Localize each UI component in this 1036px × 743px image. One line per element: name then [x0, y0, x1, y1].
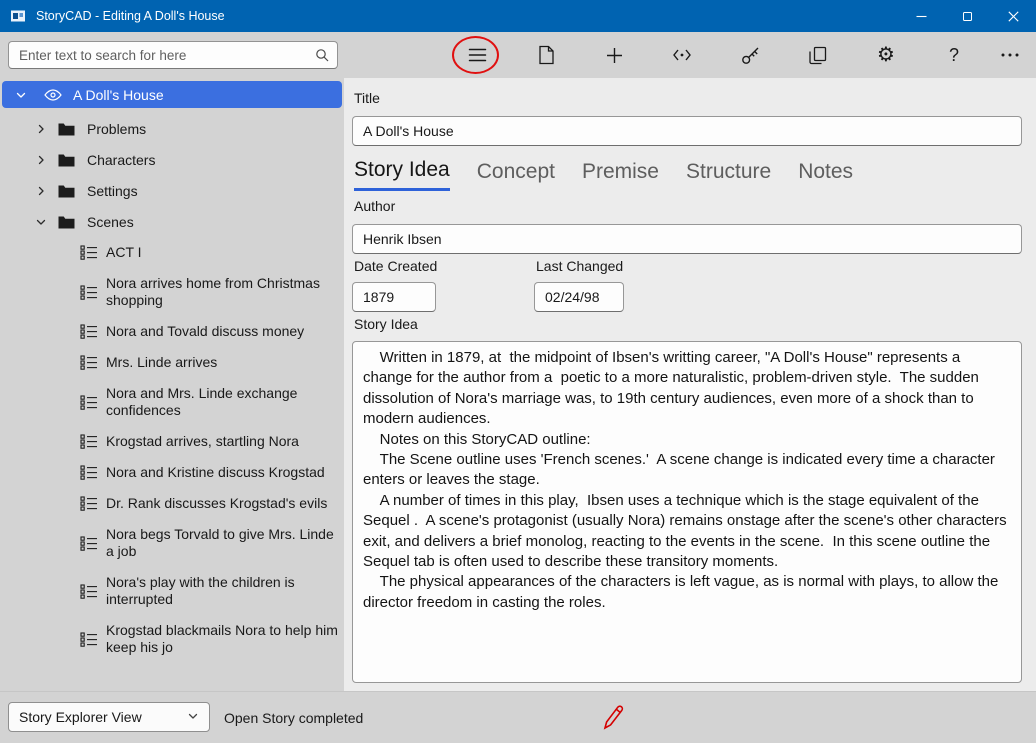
tree-item-label: Settings: [87, 183, 138, 199]
eye-icon: [44, 89, 62, 101]
folder-icon: [58, 153, 75, 167]
tree-item-scene[interactable]: Nora and Tovald discuss money: [0, 316, 344, 347]
status-message: Open Story completed: [224, 710, 363, 726]
close-icon: [1008, 11, 1019, 22]
view-selector[interactable]: Story Explorer View: [8, 702, 210, 732]
scene-list-icon: [80, 536, 98, 551]
tree-item-label: Problems: [87, 121, 146, 137]
scene-list-icon: [80, 496, 98, 511]
scene-list-icon: [80, 355, 98, 370]
help-icon[interactable]: ?: [941, 42, 967, 68]
scene-list-icon: [80, 285, 98, 300]
tree-item-label: Characters: [87, 152, 155, 168]
tree-item-label: ACT I: [106, 244, 142, 261]
scene-list-icon: [80, 465, 98, 480]
tab-story-idea[interactable]: Story Idea: [354, 158, 450, 191]
tab-notes[interactable]: Notes: [798, 158, 853, 191]
chevron-right-icon[interactable]: [34, 185, 48, 197]
tree-item-scene[interactable]: Nora begs Torvald to give Mrs. Linde a j…: [0, 519, 344, 567]
chevron-right-icon[interactable]: [34, 154, 48, 166]
story-idea-textarea[interactable]: Written in 1879, at the midpoint of Ibse…: [352, 341, 1022, 683]
tree-item-scene[interactable]: Krogstad blackmails Nora to help him kee…: [0, 615, 344, 663]
tree-item-scene[interactable]: Mrs. Linde arrives: [0, 347, 344, 378]
title-label: Title: [354, 90, 380, 106]
pivot-tabs: Story Idea Concept Premise Structure Not…: [354, 158, 853, 191]
key-icon[interactable]: [737, 42, 763, 68]
scene-list-icon: [80, 245, 98, 260]
tree-item-characters[interactable]: Characters: [0, 144, 344, 175]
search-icon[interactable]: [315, 48, 329, 67]
date-created-input[interactable]: [352, 282, 436, 312]
tree-item-label: Dr. Rank discusses Krogstad's evils: [106, 495, 327, 512]
tree-item-settings[interactable]: Settings: [0, 175, 344, 206]
tree-item-label: Nora begs Torvald to give Mrs. Linde a j…: [106, 526, 340, 560]
tree-item-label: Nora's play with the children is interru…: [106, 574, 340, 608]
copy-icon[interactable]: [805, 42, 831, 68]
tree-item-label: Scenes: [87, 214, 134, 230]
folder-icon: [58, 184, 75, 198]
title-input[interactable]: [352, 116, 1022, 146]
tree-item-label: Nora arrives home from Christmas shoppin…: [106, 275, 340, 309]
tree-item-scene[interactable]: ACT I: [0, 237, 344, 268]
tree-item-problems[interactable]: Problems: [0, 113, 344, 144]
tree-item-scene[interactable]: Dr. Rank discusses Krogstad's evils: [0, 488, 344, 519]
date-created-label: Date Created: [354, 258, 437, 274]
content-panel: Title Story Idea Concept Premise Structu…: [344, 78, 1036, 691]
tree-item-scene[interactable]: Nora's play with the children is interru…: [0, 567, 344, 615]
last-changed-label: Last Changed: [536, 258, 623, 274]
chevron-right-icon[interactable]: [34, 123, 48, 135]
tab-premise[interactable]: Premise: [582, 158, 659, 191]
chevron-down-icon[interactable]: [14, 89, 28, 101]
titlebar: StoryCAD - Editing A Doll's House: [0, 0, 1036, 32]
document-icon[interactable]: [533, 42, 559, 68]
search-box: [8, 41, 338, 69]
more-icon[interactable]: [997, 42, 1023, 68]
toolbar: ⚙ ?: [0, 32, 1036, 78]
story-idea-label: Story Idea: [354, 316, 418, 332]
scene-list-icon: [80, 395, 98, 410]
tab-concept[interactable]: Concept: [477, 158, 555, 191]
maximize-button[interactable]: [944, 0, 990, 32]
gear-icon[interactable]: ⚙: [873, 42, 899, 68]
chevron-down-icon: [187, 709, 199, 725]
tree-item-label: Mrs. Linde arrives: [106, 354, 217, 371]
tree-item-label: Nora and Mrs. Linde exchange confidences: [106, 385, 340, 419]
view-selector-value: Story Explorer View: [19, 709, 142, 725]
maximize-icon: [963, 12, 972, 21]
red-pencil-annotation: [600, 701, 626, 736]
close-button[interactable]: [990, 0, 1036, 32]
tree-item-scenes[interactable]: Scenes: [0, 206, 344, 237]
move-icon[interactable]: [669, 42, 695, 68]
window-title: StoryCAD - Editing A Doll's House: [36, 9, 225, 23]
tree-item-label: A Doll's House: [73, 87, 164, 103]
scene-list-icon: [80, 584, 98, 599]
author-label: Author: [354, 198, 395, 214]
tab-structure[interactable]: Structure: [686, 158, 771, 191]
minimize-button[interactable]: [898, 0, 944, 32]
tree-item-scene[interactable]: Nora arrives home from Christmas shoppin…: [0, 268, 344, 316]
tree-item-scene[interactable]: Nora and Kristine discuss Krogstad: [0, 457, 344, 488]
scene-list-icon: [80, 434, 98, 449]
navigation-tree: A Doll's House Problems Characters Setti…: [0, 78, 344, 691]
tree-item-root[interactable]: A Doll's House: [2, 81, 342, 108]
status-bar: Story Explorer View Open Story completed: [0, 691, 1036, 743]
tree-item-label: Krogstad arrives, startling Nora: [106, 433, 299, 450]
author-input[interactable]: [352, 224, 1022, 254]
last-changed-input[interactable]: [534, 282, 624, 312]
tree-item-label: Krogstad blackmails Nora to help him kee…: [106, 622, 340, 656]
tree-item-label: Nora and Tovald discuss money: [106, 323, 304, 340]
scene-list-icon: [80, 632, 98, 647]
window-controls: [898, 0, 1036, 32]
chevron-down-icon[interactable]: [34, 216, 48, 228]
folder-icon: [58, 215, 75, 229]
scene-list-icon: [80, 324, 98, 339]
search-input[interactable]: [8, 41, 338, 69]
add-icon[interactable]: [601, 42, 627, 68]
folder-icon: [58, 122, 75, 136]
annotation-circle: [452, 36, 499, 74]
tree-item-scene[interactable]: Nora and Mrs. Linde exchange confidences: [0, 378, 344, 426]
tree-item-label: Nora and Kristine discuss Krogstad: [106, 464, 325, 481]
tree-item-scene[interactable]: Krogstad arrives, startling Nora: [0, 426, 344, 457]
app-icon: [10, 8, 26, 24]
